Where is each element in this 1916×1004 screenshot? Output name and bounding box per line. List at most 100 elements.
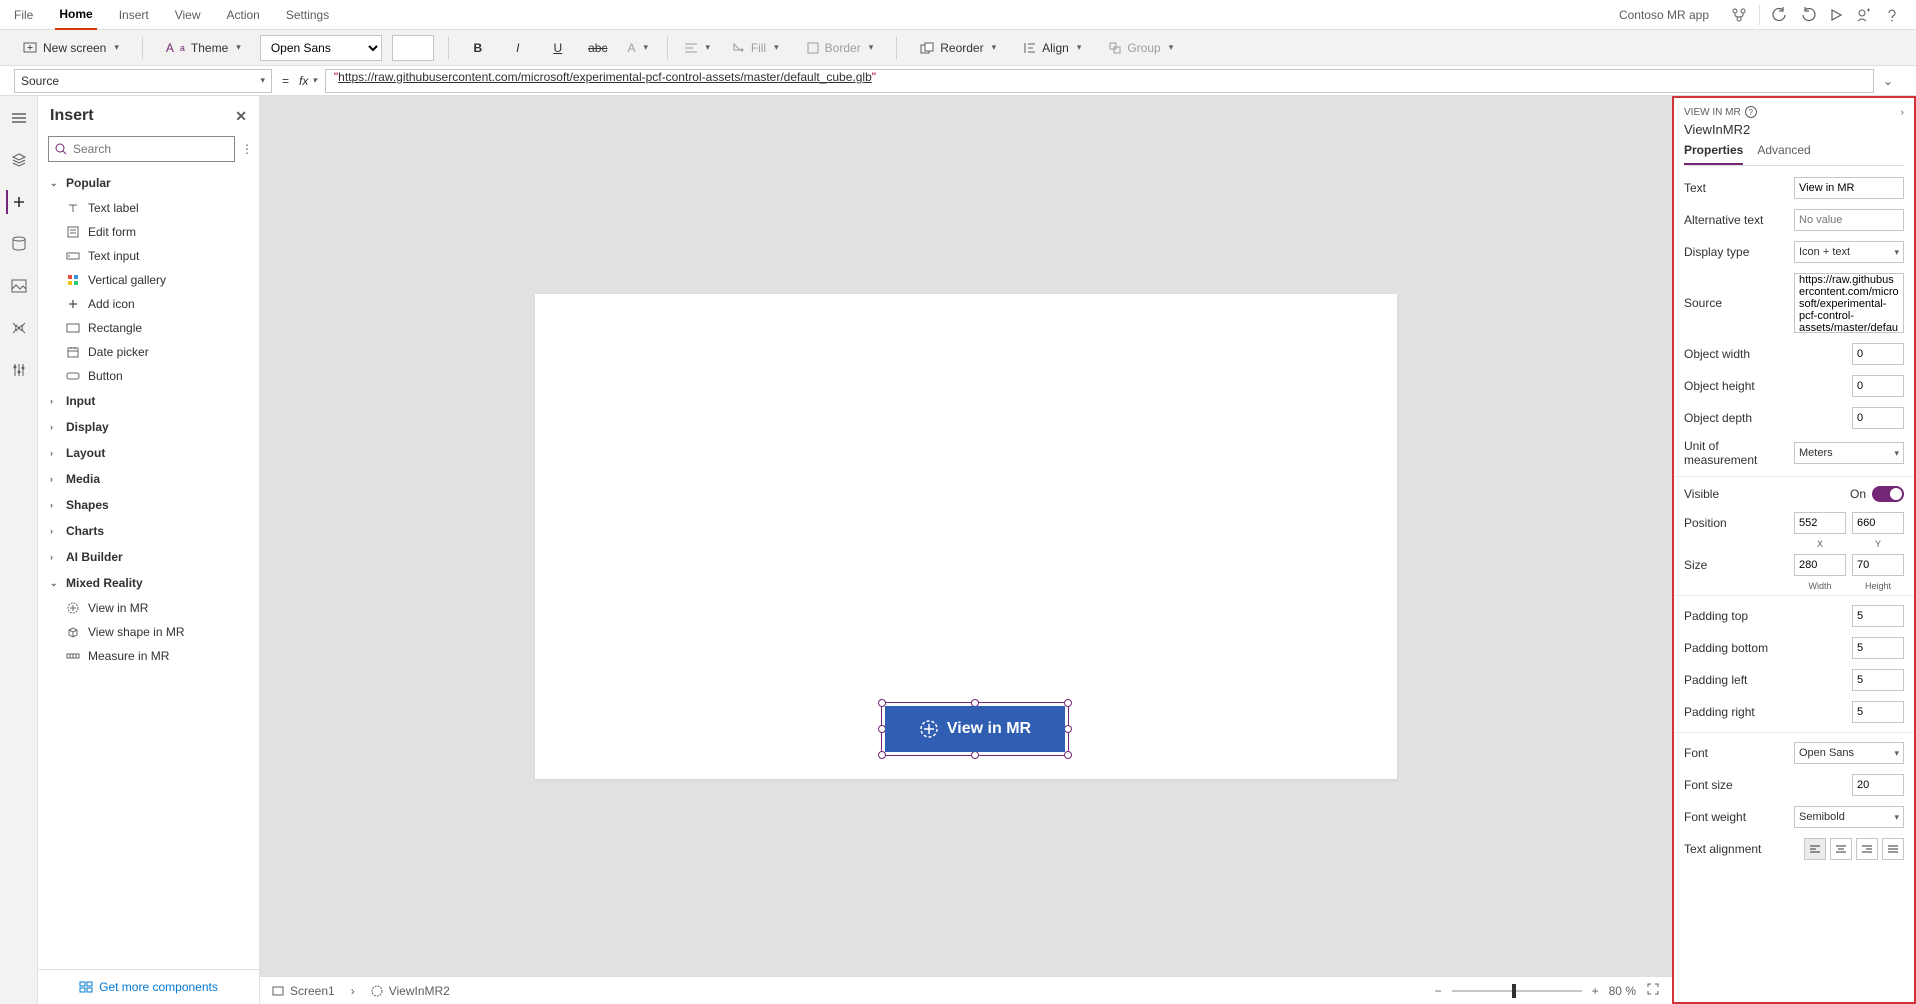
- category-display[interactable]: ›Display: [38, 414, 259, 440]
- rail-tree-icon[interactable]: [7, 106, 31, 130]
- share-icon[interactable]: [1850, 1, 1878, 29]
- zoom-in-button[interactable]: +: [1592, 984, 1599, 998]
- insert-search[interactable]: [48, 136, 235, 162]
- new-screen-button[interactable]: New screen▾: [14, 35, 128, 61]
- theme-button[interactable]: AaTheme▾: [157, 35, 250, 61]
- panel-collapse-icon[interactable]: ›: [1901, 107, 1904, 118]
- group-button[interactable]: Group▾: [1100, 35, 1182, 61]
- prop-size-w-input[interactable]: [1794, 554, 1846, 576]
- panel-help-icon[interactable]: ?: [1745, 106, 1757, 118]
- expand-formula-icon[interactable]: ⌄: [1874, 74, 1902, 88]
- underline-button[interactable]: U: [543, 35, 573, 61]
- prop-padleft-input[interactable]: [1852, 669, 1904, 691]
- tab-settings[interactable]: Settings: [282, 0, 333, 30]
- italic-button[interactable]: I: [503, 35, 533, 61]
- fill-button[interactable]: Fill▾: [722, 35, 788, 61]
- prop-objdepth-input[interactable]: [1852, 407, 1904, 429]
- resize-handle-bl[interactable]: [878, 751, 886, 759]
- rail-media-icon[interactable]: [7, 274, 31, 298]
- tab-insert[interactable]: Insert: [115, 0, 153, 30]
- insert-add-icon[interactable]: Add icon: [38, 292, 259, 316]
- prop-visible-toggle[interactable]: [1872, 486, 1904, 502]
- category-mixed-reality[interactable]: ⌄Mixed Reality: [38, 570, 259, 596]
- category-popular[interactable]: ⌄Popular: [38, 170, 259, 196]
- get-more-components-link[interactable]: Get more components: [79, 980, 218, 994]
- prop-size-h-input[interactable]: [1852, 554, 1904, 576]
- view-in-mr-button[interactable]: View in MR: [885, 706, 1065, 752]
- fit-screen-icon[interactable]: [1646, 982, 1660, 999]
- search-input[interactable]: [73, 142, 228, 156]
- prop-padright-input[interactable]: [1852, 701, 1904, 723]
- help-icon[interactable]: [1878, 1, 1906, 29]
- align-center-button[interactable]: [1830, 838, 1852, 860]
- category-charts[interactable]: ›Charts: [38, 518, 259, 544]
- insert-rectangle[interactable]: Rectangle: [38, 316, 259, 340]
- prop-alttext-input[interactable]: [1794, 209, 1904, 231]
- tab-view[interactable]: View: [171, 0, 205, 30]
- prop-fontweight-select[interactable]: Semibold▾: [1794, 806, 1904, 828]
- tab-file[interactable]: File: [10, 0, 37, 30]
- breadcrumb-control[interactable]: ViewInMR2: [371, 984, 450, 998]
- advanced-tab[interactable]: Advanced: [1757, 143, 1810, 165]
- close-panel-icon[interactable]: ✕: [235, 108, 247, 125]
- prop-objheight-input[interactable]: [1852, 375, 1904, 397]
- rail-advanced-icon[interactable]: [7, 358, 31, 382]
- properties-tab[interactable]: Properties: [1684, 143, 1743, 165]
- breadcrumb-screen[interactable]: Screen1: [272, 984, 335, 998]
- resize-handle-tr[interactable]: [1064, 699, 1072, 707]
- resize-handle-bm[interactable]: [971, 751, 979, 759]
- version-control-icon[interactable]: [1725, 1, 1753, 29]
- zoom-slider[interactable]: [1452, 990, 1582, 992]
- bold-button[interactable]: B: [463, 35, 493, 61]
- prop-padbottom-input[interactable]: [1852, 637, 1904, 659]
- insert-view-in-mr[interactable]: View in MR: [38, 596, 259, 620]
- resize-handle-rm[interactable]: [1064, 725, 1072, 733]
- insert-measure-in-mr[interactable]: Measure in MR: [38, 644, 259, 668]
- insert-text-input[interactable]: Text input: [38, 244, 259, 268]
- align-left-button[interactable]: [1804, 838, 1826, 860]
- undo-icon[interactable]: [1766, 1, 1794, 29]
- prop-source-input[interactable]: https://raw.githubusercontent.com/micros…: [1794, 273, 1904, 333]
- more-options-icon[interactable]: ⋮: [241, 142, 253, 156]
- prop-text-input[interactable]: [1794, 177, 1904, 199]
- zoom-out-button[interactable]: −: [1435, 984, 1442, 998]
- play-icon[interactable]: [1822, 1, 1850, 29]
- resize-handle-br[interactable]: [1064, 751, 1072, 759]
- align-button[interactable]: Align▾: [1015, 35, 1090, 61]
- align-justify-button[interactable]: [1882, 838, 1904, 860]
- prop-fontsize-input[interactable]: [1852, 774, 1904, 796]
- prop-objwidth-input[interactable]: [1852, 343, 1904, 365]
- reorder-button[interactable]: Reorder▾: [911, 35, 1005, 61]
- rail-variables-icon[interactable]: [7, 316, 31, 340]
- align-right-button[interactable]: [1856, 838, 1878, 860]
- prop-padtop-input[interactable]: [1852, 605, 1904, 627]
- rail-insert-icon[interactable]: [6, 190, 30, 214]
- category-shapes[interactable]: ›Shapes: [38, 492, 259, 518]
- text-align-button[interactable]: ▾: [682, 35, 712, 61]
- category-media[interactable]: ›Media: [38, 466, 259, 492]
- formula-input[interactable]: "https://raw.githubusercontent.com/micro…: [325, 69, 1874, 93]
- category-ai-builder[interactable]: ›AI Builder: [38, 544, 259, 570]
- prop-font-select[interactable]: Open Sans▾: [1794, 742, 1904, 764]
- prop-unit-select[interactable]: Meters▾: [1794, 442, 1904, 464]
- insert-edit-form[interactable]: Edit form: [38, 220, 259, 244]
- category-input[interactable]: ›Input: [38, 388, 259, 414]
- prop-position-y-input[interactable]: [1852, 512, 1904, 534]
- insert-vertical-gallery[interactable]: Vertical gallery: [38, 268, 259, 292]
- strikethrough-button[interactable]: abc: [583, 35, 613, 61]
- border-button[interactable]: Border▾: [798, 35, 883, 61]
- insert-date-picker[interactable]: Date picker: [38, 340, 259, 364]
- font-color-button[interactable]: A▾: [623, 35, 653, 61]
- font-select[interactable]: Open Sans: [260, 35, 382, 61]
- insert-button[interactable]: Button: [38, 364, 259, 388]
- rail-data-icon[interactable]: [7, 232, 31, 256]
- fx-label[interactable]: fx▾: [299, 74, 317, 88]
- tab-action[interactable]: Action: [223, 0, 264, 30]
- insert-view-shape-in-mr[interactable]: View shape in MR: [38, 620, 259, 644]
- tab-home[interactable]: Home: [55, 0, 96, 30]
- category-layout[interactable]: ›Layout: [38, 440, 259, 466]
- redo-icon[interactable]: [1794, 1, 1822, 29]
- prop-displaytype-select[interactable]: Icon + text▾: [1794, 241, 1904, 263]
- rail-layers-icon[interactable]: [7, 148, 31, 172]
- property-select[interactable]: Source▾: [14, 69, 272, 93]
